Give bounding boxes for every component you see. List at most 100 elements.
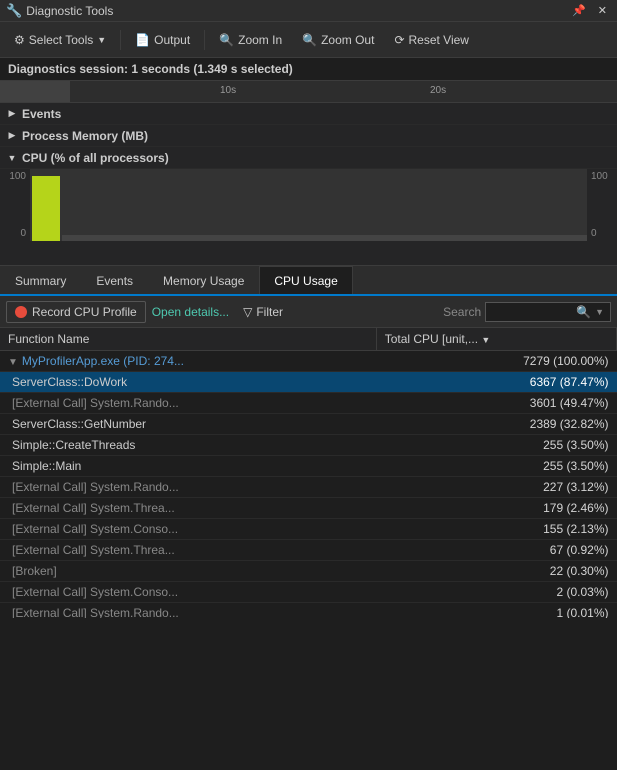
pin-button[interactable]: 📌: [568, 3, 590, 18]
function-name-text: ServerClass::GetNumber: [12, 417, 146, 431]
function-name-text: [External Call] System.Rando...: [12, 396, 179, 410]
table-row[interactable]: ServerClass::DoWork6367 (87.47%): [0, 372, 617, 393]
reset-view-button[interactable]: ⟳ Reset View: [386, 29, 477, 51]
zoom-in-icon: 🔍: [219, 33, 234, 47]
output-label: Output: [154, 33, 190, 47]
toolbar-separator-1: [120, 30, 121, 50]
search-dropdown-icon[interactable]: ▼: [595, 307, 604, 317]
tab-events[interactable]: Events: [81, 266, 148, 294]
chevron-down-icon: ▼: [97, 35, 106, 45]
function-name-cell: [External Call] System.Conso...: [0, 519, 376, 540]
cpu-value-cell: 22 (0.30%): [376, 561, 616, 582]
diagnostic-tools-icon: 🔧: [6, 3, 22, 19]
tab-cpu-usage[interactable]: CPU Usage: [259, 266, 352, 294]
function-name-cell: [External Call] System.Rando...: [0, 477, 376, 498]
cpu-value-cell: 3601 (49.47%): [376, 393, 616, 414]
col-header-total-cpu[interactable]: Total CPU [unit,...: [376, 328, 616, 351]
events-expand-icon: ▶: [6, 108, 18, 120]
cpu-value-cell: 255 (3.50%): [376, 435, 616, 456]
open-details-label: Open details...: [152, 305, 229, 319]
zoom-in-button[interactable]: 🔍 Zoom In: [211, 29, 290, 51]
table-row[interactable]: Simple::CreateThreads255 (3.50%): [0, 435, 617, 456]
function-name-text: [External Call] System.Rando...: [12, 606, 179, 618]
filter-button[interactable]: ▽ Filter: [235, 302, 291, 322]
function-name-text: [External Call] System.Threa...: [12, 501, 175, 515]
cpu-usage-table: Function Name Total CPU [unit,... ▼ MyPr…: [0, 328, 617, 618]
function-name-cell: Simple::Main: [0, 456, 376, 477]
cpu-value-cell: 67 (0.92%): [376, 540, 616, 561]
tab-summary[interactable]: Summary: [0, 266, 81, 294]
function-name-text: [External Call] System.Threa...: [12, 543, 175, 557]
cpu-y-min-right: 0: [591, 228, 613, 239]
record-label: Record CPU Profile: [32, 305, 137, 319]
select-tools-label: Select Tools: [29, 33, 93, 47]
cpu-bar-spike: [32, 176, 60, 241]
col-header-function-name[interactable]: Function Name: [0, 328, 376, 351]
function-name-cell: ServerClass::DoWork: [0, 372, 376, 393]
table-row[interactable]: [Broken]22 (0.30%): [0, 561, 617, 582]
search-input[interactable]: [492, 305, 572, 319]
output-icon: 📄: [135, 33, 150, 47]
table-row[interactable]: [External Call] System.Rando... 1 (0.01%): [0, 603, 617, 619]
table-row[interactable]: [External Call] System.Conso... 155 (2.13…: [0, 519, 617, 540]
process-memory-label: Process Memory (MB): [22, 129, 148, 143]
table-container: Function Name Total CPU [unit,... ▼ MyPr…: [0, 328, 617, 618]
title-bar: 🔧 Diagnostic Tools 📌 ✕: [0, 0, 617, 22]
cpu-value-cell: 255 (3.50%): [376, 456, 616, 477]
table-row[interactable]: [External Call] System.Threa... 67 (0.92%…: [0, 540, 617, 561]
zoom-out-label: Zoom Out: [321, 33, 374, 47]
toolbar: ⚙ Select Tools ▼ 📄 Output 🔍 Zoom In 🔍 Zo…: [0, 22, 617, 58]
cpu-value-cell: 1 (0.01%): [376, 603, 616, 619]
zoom-out-button[interactable]: 🔍 Zoom Out: [294, 29, 382, 51]
table-row[interactable]: ▼ MyProfilerApp.exe (PID: 274...7279 (10…: [0, 351, 617, 372]
session-bar: Diagnostics session: 1 seconds (1.349 s …: [0, 58, 617, 81]
cpu-value-cell: 155 (2.13%): [376, 519, 616, 540]
open-details-link[interactable]: Open details...: [152, 305, 229, 319]
action-bar: Record CPU Profile Open details... ▽ Fil…: [0, 296, 617, 328]
record-cpu-profile-button[interactable]: Record CPU Profile: [6, 301, 146, 323]
output-button[interactable]: 📄 Output: [127, 29, 198, 51]
timeline-area: 10s 20s ▶ Events ▶ Process Memory (MB) ▼…: [0, 81, 617, 266]
toolbar-separator-2: [204, 30, 205, 50]
table-row[interactable]: [External Call] System.Threa...179 (2.46…: [0, 498, 617, 519]
function-name-text: Simple::Main: [12, 459, 81, 473]
session-text: Diagnostics session: 1 seconds (1.349 s …: [8, 62, 293, 76]
cpu-value-cell: 2389 (32.82%): [376, 414, 616, 435]
table-row[interactable]: [External Call] System.Rando... 3601 (49.…: [0, 393, 617, 414]
table-row[interactable]: ServerClass::GetNumber 2389 (32.82%): [0, 414, 617, 435]
title-bar-left: 🔧 Diagnostic Tools: [6, 3, 113, 19]
tick-20s: 20s: [430, 85, 446, 96]
table-row[interactable]: Simple::Main 255 (3.50%): [0, 456, 617, 477]
function-name-cell: [External Call] System.Threa...: [0, 498, 376, 519]
process-memory-track[interactable]: ▶ Process Memory (MB): [0, 125, 617, 147]
cpu-track-header[interactable]: ▼ CPU (% of all processors): [0, 147, 617, 169]
cpu-bar-bg: [62, 235, 587, 241]
cpu-y-max-right: 100: [591, 171, 613, 182]
function-name-cell: [External Call] System.Rando...: [0, 393, 376, 414]
reset-view-label: Reset View: [409, 33, 469, 47]
search-input-area: 🔍 ▼: [485, 302, 611, 322]
function-name-text: [External Call] System.Rando...: [12, 480, 179, 494]
function-name-text: [External Call] System.Conso...: [12, 585, 178, 599]
cpu-y-min: 0: [4, 228, 26, 239]
tab-memory-usage[interactable]: Memory Usage: [148, 266, 259, 294]
function-name-text: MyProfilerApp.exe (PID: 274...: [22, 354, 184, 368]
zoom-in-label: Zoom In: [238, 33, 282, 47]
search-icon[interactable]: 🔍: [576, 305, 591, 319]
title-bar-controls: 📌 ✕: [568, 3, 611, 18]
cpu-y-max: 100: [4, 171, 26, 182]
function-name-cell: ServerClass::GetNumber: [0, 414, 376, 435]
cpu-value-cell: 7279 (100.00%): [376, 351, 616, 372]
cpu-value-cell: 2 (0.03%): [376, 582, 616, 603]
function-name-cell: [Broken]: [0, 561, 376, 582]
function-name-text: [External Call] System.Conso...: [12, 522, 178, 536]
table-row[interactable]: [External Call] System.Conso... 2 (0.03%): [0, 582, 617, 603]
search-box: Search 🔍 ▼: [297, 302, 611, 322]
close-button[interactable]: ✕: [594, 3, 611, 18]
select-tools-button[interactable]: ⚙ Select Tools ▼: [6, 29, 114, 51]
table-row[interactable]: [External Call] System.Rando... 227 (3.12…: [0, 477, 617, 498]
record-dot-icon: [15, 306, 27, 318]
cpu-expand-icon: ▼: [6, 152, 18, 164]
cpu-value-cell: 227 (3.12%): [376, 477, 616, 498]
events-track[interactable]: ▶ Events: [0, 103, 617, 125]
